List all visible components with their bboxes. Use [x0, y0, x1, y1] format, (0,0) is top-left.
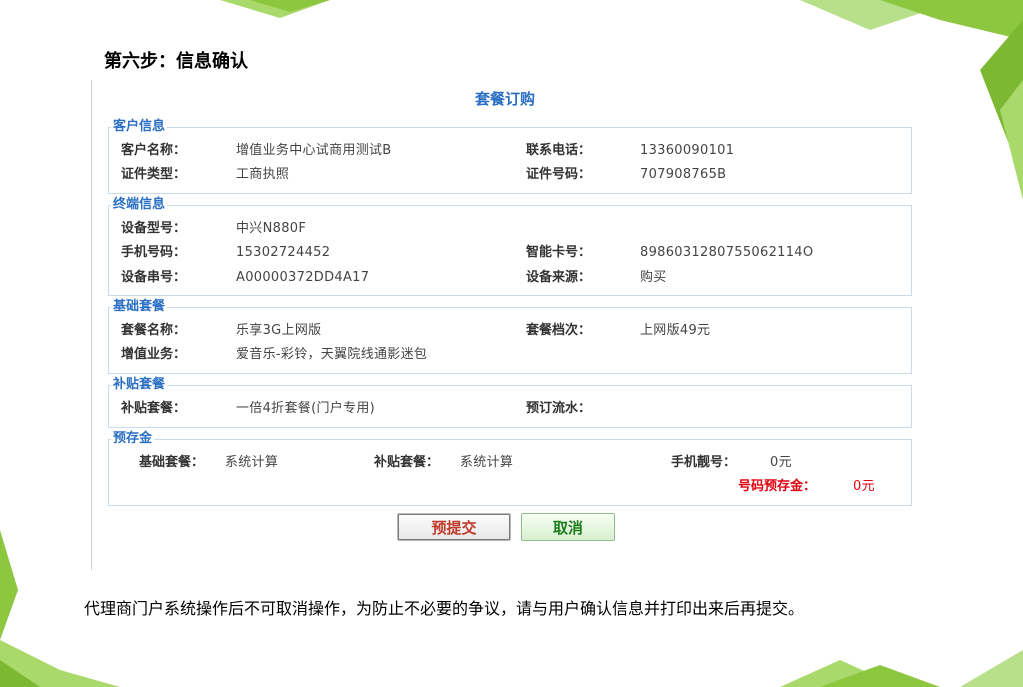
mobile-number-value: 15302724452	[236, 245, 331, 260]
package-name-label: 套餐名称：	[121, 323, 187, 338]
deposit-section: 预存金 基础套餐： 系统计算 补贴套餐： 系统计算 手机靓号： 0元 号码预存金…	[108, 432, 912, 506]
deposit-legend: 预存金	[113, 431, 153, 446]
device-source-value: 购买	[640, 270, 667, 285]
device-serial-value: A00000372DD4A17	[236, 270, 370, 285]
deposit-basic-label: 基础套餐：	[139, 455, 205, 470]
deposit-subsidy-label: 补贴套餐：	[374, 455, 440, 470]
terminal-info-legend: 终端信息	[113, 197, 166, 212]
pretty-number-value: 0元	[770, 455, 792, 470]
customer-name-label: 客户名称：	[121, 143, 187, 158]
number-deposit-label: 号码预存金：	[738, 479, 817, 494]
smart-card-value: 8986031280755062114O	[640, 245, 814, 260]
device-model-value: 中兴N880F	[236, 221, 307, 236]
deposit-subsidy-value: 系统计算	[460, 455, 514, 470]
cancel-button[interactable]: 取消	[521, 513, 615, 541]
decoration-bottom-right	[780, 650, 1023, 687]
contact-phone-value: 13360090101	[640, 143, 735, 158]
customer-info-legend: 客户信息	[113, 119, 166, 134]
vas-value: 爱音乐-彩铃，天翼院线通影迷包	[236, 347, 428, 362]
subsidy-package-section: 补贴套餐 补贴套餐： 一倍4折套餐(门户专用) 预订流水：	[108, 378, 912, 428]
pretty-number-label: 手机靓号：	[671, 455, 737, 470]
id-type-value: 工商执照	[236, 167, 290, 182]
customer-name-value: 增值业务中心试商用测试B	[236, 143, 392, 158]
basic-package-section: 基础套餐 套餐名称： 乐享3G上网版 套餐档次： 上网版49元 增值业务： 爱音…	[108, 300, 912, 374]
pre-submit-button[interactable]: 预提交	[397, 513, 511, 541]
subsidy-package-value: 一倍4折套餐(门户专用)	[236, 401, 376, 416]
smart-card-label: 智能卡号：	[526, 245, 592, 260]
device-serial-label: 设备串号：	[121, 270, 187, 285]
package-tier-label: 套餐档次：	[526, 323, 592, 338]
basic-package-legend: 基础套餐	[113, 299, 166, 314]
number-deposit-value: 0元	[853, 479, 875, 494]
id-type-label: 证件类型：	[121, 167, 187, 182]
subsidy-package-legend: 补贴套餐	[113, 377, 166, 392]
id-number-value: 707908765B	[640, 167, 727, 182]
form-title: 套餐订购	[474, 90, 535, 108]
contact-phone-label: 联系电话：	[526, 143, 592, 158]
step-title: 第六步：信息确认	[104, 51, 248, 72]
device-source-label: 设备来源：	[526, 270, 592, 285]
package-name-value: 乐享3G上网版	[236, 323, 322, 338]
id-number-label: 证件号码：	[526, 167, 592, 182]
mobile-number-label: 手机号码：	[121, 245, 187, 260]
instruction-note: 代理商门户系统操作后不可取消操作，为防止不必要的争议，请与用户确认信息并打印出来…	[84, 599, 805, 618]
device-model-label: 设备型号：	[121, 221, 187, 236]
terminal-info-section: 终端信息 设备型号： 中兴N880F 手机号码： 15302724452 智能卡…	[108, 198, 912, 296]
package-tier-value: 上网版49元	[640, 323, 711, 338]
order-form-panel: 套餐订购 客户信息 客户名称： 增值业务中心试商用测试B 联系电话： 13360…	[91, 80, 918, 570]
customer-info-section: 客户信息 客户名称： 增值业务中心试商用测试B 联系电话： 1336009010…	[108, 120, 912, 194]
subsidy-package-label: 补贴套餐：	[121, 401, 187, 416]
vas-label: 增值业务：	[121, 347, 187, 362]
decoration-top-left	[220, 0, 330, 18]
order-serial-label: 预订流水：	[526, 401, 592, 416]
deposit-basic-value: 系统计算	[225, 455, 279, 470]
